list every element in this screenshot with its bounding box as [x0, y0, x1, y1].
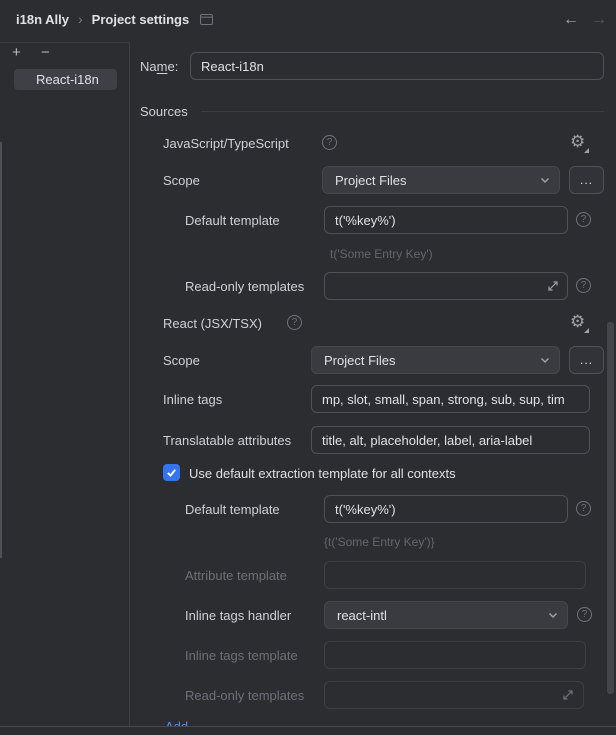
js-readonly-templates-input[interactable]: [324, 272, 568, 300]
breadcrumb: i18n Ally › Project settings: [16, 11, 213, 27]
checkmark-icon: [165, 466, 178, 479]
inline-tags-template-input: [324, 641, 586, 669]
breadcrumb-root[interactable]: i18n Ally: [16, 12, 69, 27]
translatable-attributes-input[interactable]: [311, 426, 590, 454]
add-profile-button[interactable]: +: [12, 45, 21, 61]
inline-tags-handler-help-icon[interactable]: ?: [577, 607, 592, 622]
js-default-template-input[interactable]: [324, 206, 568, 234]
js-default-template-label: Default template: [185, 213, 280, 228]
remove-profile-button[interactable]: −: [41, 45, 50, 61]
react-readonly-templates-label: Read-only templates: [185, 688, 304, 703]
name-input[interactable]: [190, 52, 604, 80]
inline-tags-template-label: Inline tags template: [185, 648, 298, 663]
chevron-right-icon: ›: [78, 11, 83, 27]
chevron-down-icon: [539, 174, 551, 186]
attribute-template-label: Attribute template: [185, 568, 287, 583]
react-section-title: React (JSX/TSX): [163, 316, 262, 331]
use-default-template-label[interactable]: Use default extraction template for all …: [189, 466, 456, 481]
chevron-down-icon: [547, 609, 559, 621]
inline-tags-handler-label: Inline tags handler: [185, 608, 291, 623]
forward-arrow-button: →: [591, 12, 607, 28]
dialog-window-icon[interactable]: [200, 14, 213, 25]
react-readonly-templates-input: [324, 681, 584, 709]
left-scrollbar-thumb[interactable]: [0, 142, 2, 558]
back-arrow-button[interactable]: ←: [563, 12, 579, 28]
inline-tags-handler-select[interactable]: react-intl: [324, 601, 568, 629]
js-default-template-hint: t('Some Entry Key'): [330, 247, 433, 261]
translatable-attributes-label: Translatable attributes: [163, 433, 291, 448]
react-help-icon[interactable]: ?: [287, 315, 302, 330]
js-gear-dropdown-corner-icon: [584, 148, 589, 153]
js-readonly-expand-icon[interactable]: [546, 279, 560, 293]
inline-tags-input[interactable]: [311, 385, 590, 413]
settings-dialog: i18n Ally › Project settings ← → + − Rea…: [0, 0, 616, 735]
js-scope-select[interactable]: Project Files: [322, 166, 560, 194]
js-default-template-help-icon[interactable]: ?: [576, 212, 591, 227]
name-label: Name:: [140, 59, 178, 74]
inline-tags-label: Inline tags: [163, 392, 222, 407]
js-gear-icon[interactable]: ⚙: [570, 133, 585, 150]
js-scope-label: Scope: [163, 173, 200, 188]
profile-label: React-i18n: [36, 72, 99, 87]
sidebar-separator: [129, 42, 130, 726]
react-gear-dropdown-corner-icon: [584, 328, 589, 333]
page-title: Project settings: [92, 12, 190, 27]
js-help-icon[interactable]: ?: [322, 135, 337, 150]
sidebar-item-profile[interactable]: React-i18n: [14, 69, 117, 90]
js-readonly-templates-label: Read-only templates: [185, 279, 304, 294]
chevron-down-icon: [539, 354, 551, 366]
sources-section-title: Sources: [140, 104, 188, 119]
js-scope-browse-button[interactable]: ...: [569, 166, 604, 194]
sources-separator-line: [201, 111, 604, 112]
attribute-template-input: [324, 561, 586, 589]
js-readonly-help-icon[interactable]: ?: [576, 278, 591, 293]
bottom-divider: [0, 726, 616, 727]
react-default-template-input[interactable]: [324, 495, 568, 523]
react-default-template-label: Default template: [185, 502, 280, 517]
react-readonly-expand-icon[interactable]: [561, 688, 575, 702]
react-default-template-hint: {t('Some Entry Key')}: [324, 535, 435, 549]
react-default-template-help-icon[interactable]: ?: [576, 501, 591, 516]
react-scope-select[interactable]: Project Files: [311, 346, 560, 374]
react-scope-label: Scope: [163, 353, 200, 368]
use-default-template-checkbox[interactable]: [163, 464, 180, 481]
react-scope-browse-button[interactable]: ...: [569, 346, 604, 374]
right-scrollbar-thumb[interactable]: [607, 322, 614, 694]
react-gear-icon[interactable]: ⚙: [570, 313, 585, 330]
sidebar-top-divider: [0, 42, 129, 43]
js-section-title: JavaScript/TypeScript: [163, 136, 289, 151]
